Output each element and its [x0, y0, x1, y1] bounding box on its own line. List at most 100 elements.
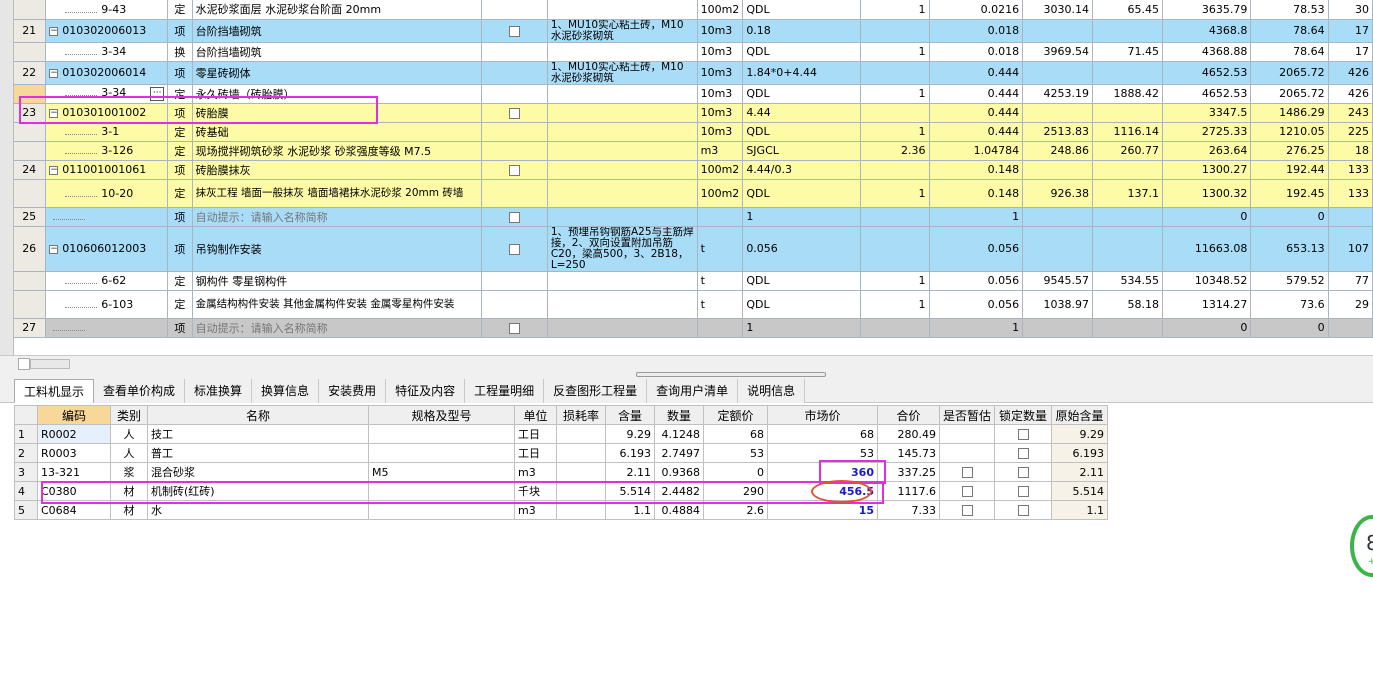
value-cell-c4[interactable]: 4368.88 [1162, 42, 1252, 62]
row-checkbox[interactable] [508, 164, 520, 176]
code-cell[interactable]: −010301001002 [45, 103, 169, 123]
quantity-expression[interactable]: 0.18 [742, 19, 862, 43]
quantity[interactable]: 0.4884 [654, 500, 704, 520]
tab-8[interactable]: 查询用户清单 [647, 379, 739, 403]
item-name[interactable]: 自动提示：请输入名称简称 [192, 318, 482, 338]
value-cell-c3[interactable]: 71.45 [1092, 42, 1164, 62]
item-unit[interactable]: 100m2 [697, 0, 744, 20]
item-unit[interactable]: 100m2 [697, 160, 744, 180]
quantity-expression[interactable]: QDL [742, 271, 862, 291]
value-cell-c6[interactable]: 243 [1328, 103, 1373, 123]
item-unit[interactable]: 10m3 [697, 84, 744, 104]
item-unit[interactable]: 10m3 [697, 42, 744, 62]
item-name[interactable]: 砖基础 [192, 122, 482, 142]
checkbox-cell[interactable] [481, 0, 548, 20]
value-cell-c2[interactable]: 1038.97 [1022, 290, 1094, 319]
code-cell[interactable]: −010302006013 [45, 19, 169, 43]
item-feature[interactable] [547, 179, 698, 208]
value-cell-c5[interactable]: 579.52 [1250, 271, 1329, 291]
resource-name[interactable]: 水 [147, 500, 369, 520]
resource-row[interactable]: 2 R0003 人普工 工日 6.193 2.7497 53 53 145.73 6.193 [14, 443, 1109, 463]
item-unit[interactable]: m3 [697, 141, 744, 161]
resource-unit[interactable]: 工日 [514, 424, 557, 444]
value-cell-c6[interactable]: 426 [1328, 61, 1373, 85]
resource-name[interactable]: 机制砖(红砖) [147, 481, 369, 501]
item-feature[interactable]: 1、MU10实心粘土砖，M10水泥砂浆砌筑 [547, 19, 698, 43]
checkbox-cell[interactable] [481, 290, 548, 319]
lock-cell[interactable] [994, 443, 1053, 463]
bill-row[interactable]: 6-62 定钢构件 零星钢构件 t QDL 1 0.056 9545.57 534.55 103… [0, 271, 1373, 291]
code-cell[interactable]: −011001001061 [45, 160, 169, 180]
quota-price[interactable]: 68 [703, 424, 768, 444]
value-cell-c4[interactable]: 0 [1162, 207, 1252, 227]
value-cell-c2[interactable] [1022, 160, 1094, 180]
resource-spec[interactable] [368, 500, 515, 520]
value-cell-qty[interactable]: 0.148 [929, 179, 1024, 208]
item-unit[interactable]: 10m3 [697, 122, 744, 142]
checkbox-cell[interactable] [481, 19, 548, 43]
estimate-cell[interactable] [938, 500, 996, 520]
value-cell-c5[interactable]: 1486.29 [1250, 103, 1329, 123]
bill-row[interactable]: 27 项自动提示：请输入名称简称 1 1 0 0 [0, 318, 1373, 338]
resource-name[interactable]: 混合砂浆 [147, 462, 369, 482]
item-feature[interactable] [547, 318, 698, 338]
value-cell-c2[interactable]: 926.38 [1022, 179, 1094, 208]
value-cell-c1[interactable] [860, 318, 930, 338]
item-feature[interactable] [547, 0, 698, 20]
column-header[interactable]: 含量 [605, 405, 655, 425]
value-cell-c3[interactable]: 1888.42 [1092, 84, 1164, 104]
value-cell-c4[interactable]: 1300.32 [1162, 179, 1252, 208]
code-cell[interactable]: 3-1 [45, 122, 169, 142]
scroll-left-arrow-icon[interactable] [18, 358, 30, 370]
tab-0[interactable]: 工料机显示 [14, 379, 95, 403]
bill-row[interactable]: 22−010302006014 项零星砖砌体 1、MU10实心粘土砖，M10水泥砂浆… [0, 61, 1373, 85]
value-cell-c2[interactable] [1022, 207, 1094, 227]
value-cell-c4[interactable]: 4652.53 [1162, 84, 1252, 104]
quantity-expression[interactable]: 1 [742, 318, 862, 338]
row-checkbox[interactable] [508, 25, 520, 37]
value-cell-c5[interactable]: 78.53 [1250, 0, 1329, 20]
item-unit[interactable]: 10m3 [697, 19, 744, 43]
value-cell-c3[interactable]: 137.1 [1092, 179, 1164, 208]
loss-rate[interactable] [556, 500, 606, 520]
estimate-checkbox[interactable] [961, 486, 973, 497]
value-cell-qty[interactable]: 1 [929, 318, 1024, 338]
checkbox-cell[interactable] [481, 160, 548, 180]
value-cell-c1[interactable] [860, 160, 930, 180]
code-cell[interactable]: 6-62 [45, 271, 169, 291]
item-feature[interactable] [547, 160, 698, 180]
value-cell-c1[interactable] [860, 103, 930, 123]
value-cell-c2[interactable] [1022, 61, 1094, 85]
code-cell[interactable]: 3-34 [45, 42, 169, 62]
value-cell-c5[interactable]: 1210.05 [1250, 122, 1329, 142]
value-cell-c6[interactable]: 426 [1328, 84, 1373, 104]
item-unit[interactable]: 10m3 [697, 61, 744, 85]
lock-checkbox[interactable] [1017, 486, 1029, 497]
value-cell-c5[interactable]: 78.64 [1250, 19, 1329, 43]
value-cell-c4[interactable]: 0 [1162, 318, 1252, 338]
value-cell-c2[interactable]: 3030.14 [1022, 0, 1094, 20]
resource-code[interactable]: C0684 [37, 500, 111, 520]
column-header[interactable]: 类别 [110, 405, 148, 425]
column-header[interactable]: 数量 [654, 405, 704, 425]
value-cell-c3[interactable] [1092, 103, 1164, 123]
quantity[interactable]: 0.9368 [654, 462, 704, 482]
scroll-thumb[interactable] [30, 359, 70, 369]
lock-checkbox[interactable] [1017, 448, 1029, 459]
item-name[interactable]: 抹灰工程 墙面一般抹灰 墙面墙裙抹水泥砂浆 20mm 砖墙 [192, 179, 482, 208]
column-header[interactable]: 损耗率 [556, 405, 606, 425]
value-cell-c1[interactable]: 2.36 [860, 141, 930, 161]
quantity-expression[interactable]: 4.44/0.3 [742, 160, 862, 180]
bill-row[interactable]: 3-34 换台阶挡墙砌筑 10m3 QDL 1 0.018 3969.54 71.45 4368… [0, 42, 1373, 62]
market-price[interactable]: 53 [767, 443, 878, 463]
item-name[interactable]: 金属结构构件安装 其他金属构件安装 金属零星构件安装 [192, 290, 482, 319]
value-cell-c4[interactable]: 4652.53 [1162, 61, 1252, 85]
item-feature[interactable]: 1、预埋吊钩钢筋A25与主筋焊接，2、双向设置附加吊筋C20，梁高500，3、2… [547, 226, 698, 272]
checkbox-cell[interactable] [481, 141, 548, 161]
tab-2[interactable]: 标准换算 [185, 379, 253, 403]
resource-row[interactable]: 1 R0002 人技工 工日 9.29 4.1248 68 68 280.49 9.29 [14, 424, 1109, 444]
value-cell-c2[interactable]: 4253.19 [1022, 84, 1094, 104]
resource-unit[interactable]: 千块 [514, 481, 557, 501]
checkbox-cell[interactable] [481, 122, 548, 142]
item-name[interactable]: 零星砖砌体 [192, 61, 482, 85]
